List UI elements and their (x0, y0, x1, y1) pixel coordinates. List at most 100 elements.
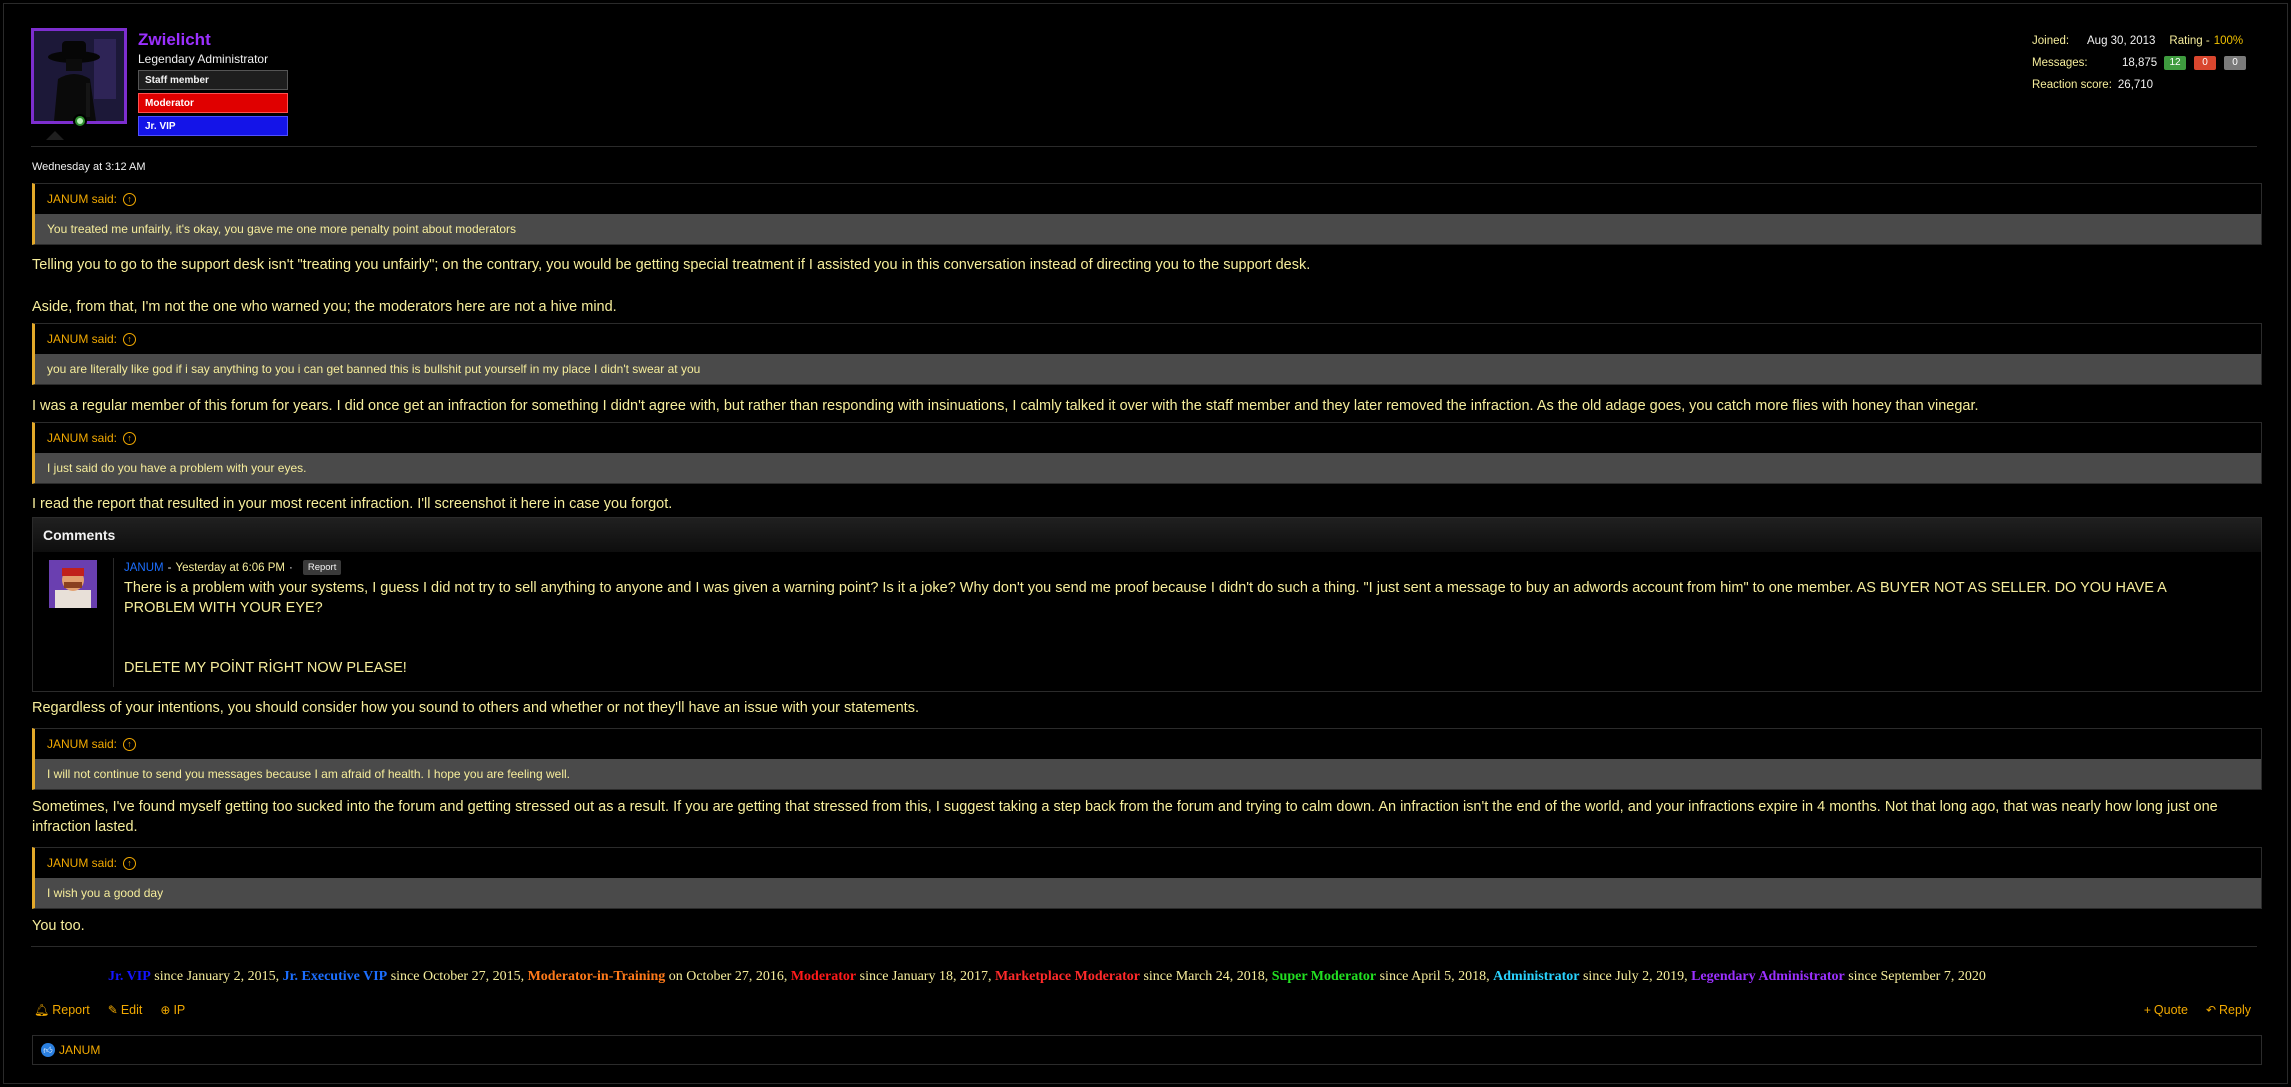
post-paragraph: You too. (32, 918, 85, 934)
usergroup-history: Jr. VIP since January 2, 2015, Jr. Execu… (108, 969, 1986, 985)
joined-value: Aug 30, 2013 (2087, 35, 2156, 47)
joined-label: Joined: (2032, 35, 2070, 47)
post-paragraph: Sometimes, I've found myself getting too… (32, 799, 2218, 835)
post-container: Zwielicht Legendary Administrator Staff … (3, 3, 2288, 1084)
post-paragraph: Aside, from that, I'm not the one who wa… (32, 299, 617, 315)
report-label: Report (52, 1003, 90, 1017)
arrow-up-circle-icon[interactable]: ↑ (123, 737, 137, 751)
reactions-bar: 👍︎ JANUM (32, 1035, 2262, 1065)
usergroup-date: since January 2, 2015, (150, 969, 283, 984)
quote-header[interactable]: JANUM said: ↑ (35, 729, 2261, 759)
ip-button[interactable]: ⊕ IP (160, 1003, 185, 1017)
quote-block: JANUM said: ↑ I will not continue to sen… (32, 728, 2262, 790)
arrow-up-circle-icon[interactable]: ↑ (123, 856, 137, 870)
quote-author[interactable]: JANUM said: (47, 332, 117, 346)
banner-moderator: Moderator (138, 93, 288, 113)
arrow-up-circle-icon[interactable]: ↑ (123, 332, 137, 346)
quote-text: you are literally like god if i say anyt… (35, 354, 2261, 384)
quote-block: JANUM said: ↑ I wish you a good day (32, 847, 2262, 909)
banner-jr-vip: Jr. VIP (138, 116, 288, 136)
plus-icon: + (2143, 1003, 2151, 1017)
quote-author[interactable]: JANUM said: (47, 192, 117, 206)
quote-header[interactable]: JANUM said: ↑ (35, 423, 2261, 453)
comment-text-closing: DELETE MY POİNT RİGHT NOW PLEASE! (124, 660, 407, 676)
reaction-score-label: Reaction score: (2032, 79, 2112, 91)
reply-icon: ↶ (2205, 1003, 2217, 1017)
usergroup-name: Moderator-in-Training (527, 969, 666, 984)
comment-avatar-image (49, 560, 97, 608)
bell-icon: 🔔︎ (34, 1003, 50, 1017)
post-date[interactable]: Wednesday at 3:12 AM (32, 161, 146, 173)
usergroup-date: since October 27, 2015, (387, 969, 528, 984)
reply-label: Reply (2219, 1003, 2251, 1017)
edit-label: Edit (120, 1003, 143, 1017)
usergroup-name: Administrator (1493, 969, 1580, 984)
author-title: Legendary Administrator (138, 52, 269, 66)
globe-icon: ⊕ (160, 1003, 171, 1017)
usergroup-date: since January 18, 2017, (856, 969, 995, 984)
usergroup-name: Marketplace Moderator (994, 969, 1140, 984)
usergroup-name: Legendary Administrator (1691, 969, 1845, 984)
quote-text: I wish you a good day (35, 878, 2261, 908)
quote-button[interactable]: + Quote (2144, 1003, 2188, 1017)
post-paragraph: Telling you to go to the support desk is… (32, 257, 1311, 273)
comment-time[interactable]: Yesterday at 6:06 PM (175, 562, 285, 574)
signature-divider (31, 946, 2257, 947)
post-paragraph: I was a regular member of this forum for… (32, 398, 1979, 414)
post-actions-right: + Quote ↶ Reply (2144, 1003, 2251, 1017)
quote-text: I just said do you have a problem with y… (35, 453, 2261, 483)
rating-value[interactable]: 100% (2214, 35, 2243, 47)
author-stats: Joined: Aug 30, 2013 Rating - 100% Messa… (2032, 30, 2254, 96)
quote-author[interactable]: JANUM said: (47, 431, 117, 445)
post-paragraph: Regardless of your intentions, you shoul… (32, 700, 919, 716)
quote-block: JANUM said: ↑ You treated me unfairly, i… (32, 183, 2262, 245)
online-status-icon (73, 114, 87, 128)
reaction-score-value: 26,710 (2117, 79, 2154, 91)
author-username[interactable]: Zwielicht (138, 30, 211, 50)
comment-dash: - (167, 561, 172, 574)
usergroup-name: Super Moderator (1271, 969, 1377, 984)
quote-label: Quote (2153, 1003, 2188, 1017)
usergroup-name: Moderator (790, 969, 857, 984)
quote-author[interactable]: JANUM said: (47, 856, 117, 870)
usergroup-date: since March 24, 2018, (1139, 969, 1272, 984)
usergroup-date: since July 2, 2019, (1579, 969, 1692, 984)
usergroup-date: on October 27, 2016, (665, 969, 791, 984)
quote-text: I will not continue to send you messages… (35, 759, 2261, 789)
post-actions-left: 🔔︎ Report ✎ Edit ⊕ IP (34, 1003, 185, 1017)
reaction-user[interactable]: JANUM (59, 1043, 100, 1057)
quote-text: You treated me unfairly, it's okay, you … (35, 214, 2261, 244)
quote-block: JANUM said: ↑ I just said do you have a … (32, 422, 2262, 484)
quote-header[interactable]: JANUM said: ↑ (35, 184, 2261, 214)
comment-text: There is a problem with your systems, I … (124, 580, 2167, 616)
header-divider (31, 146, 2257, 147)
arrow-up-circle-icon[interactable]: ↑ (123, 431, 137, 445)
usergroup-date: since April 5, 2018, (1376, 969, 1494, 984)
comments-heading: Comments (33, 518, 2261, 552)
edit-button[interactable]: ✎ Edit (108, 1003, 143, 1017)
comments-panel: Comments JANUM - Yesterday at 6:06 PM · … (32, 517, 2262, 692)
rating-negative-badge[interactable]: 0 (2194, 56, 2216, 70)
quote-block: JANUM said: ↑ you are literally like god… (32, 323, 2262, 385)
quote-header[interactable]: JANUM said: ↑ (35, 848, 2261, 878)
usergroup-name: Jr. VIP (108, 969, 151, 984)
comment-separator (113, 558, 114, 687)
messages-label: Messages: (2032, 57, 2088, 69)
avatar-pointer (46, 131, 64, 140)
rating-label: Rating - (2169, 35, 2210, 47)
messages-value: 18,875 (2122, 57, 2158, 69)
banner-staff-member: Staff member (138, 70, 288, 90)
arrow-up-circle-icon[interactable]: ↑ (123, 192, 137, 206)
comment-avatar[interactable] (49, 560, 97, 608)
post-paragraph: I read the report that resulted in your … (32, 496, 673, 512)
like-icon: 👍︎ (41, 1043, 55, 1057)
reply-button[interactable]: ↶ Reply (2206, 1003, 2251, 1017)
report-button[interactable]: 🔔︎ Report (34, 1003, 90, 1017)
quote-header[interactable]: JANUM said: ↑ (35, 324, 2261, 354)
rating-positive-badge[interactable]: 12 (2164, 56, 2186, 70)
comment-report-button[interactable]: Report (302, 560, 342, 575)
quote-author[interactable]: JANUM said: (47, 737, 117, 751)
comment-username[interactable]: JANUM (124, 562, 164, 574)
rating-neutral-badge[interactable]: 0 (2224, 56, 2246, 70)
author-avatar[interactable] (31, 28, 127, 124)
